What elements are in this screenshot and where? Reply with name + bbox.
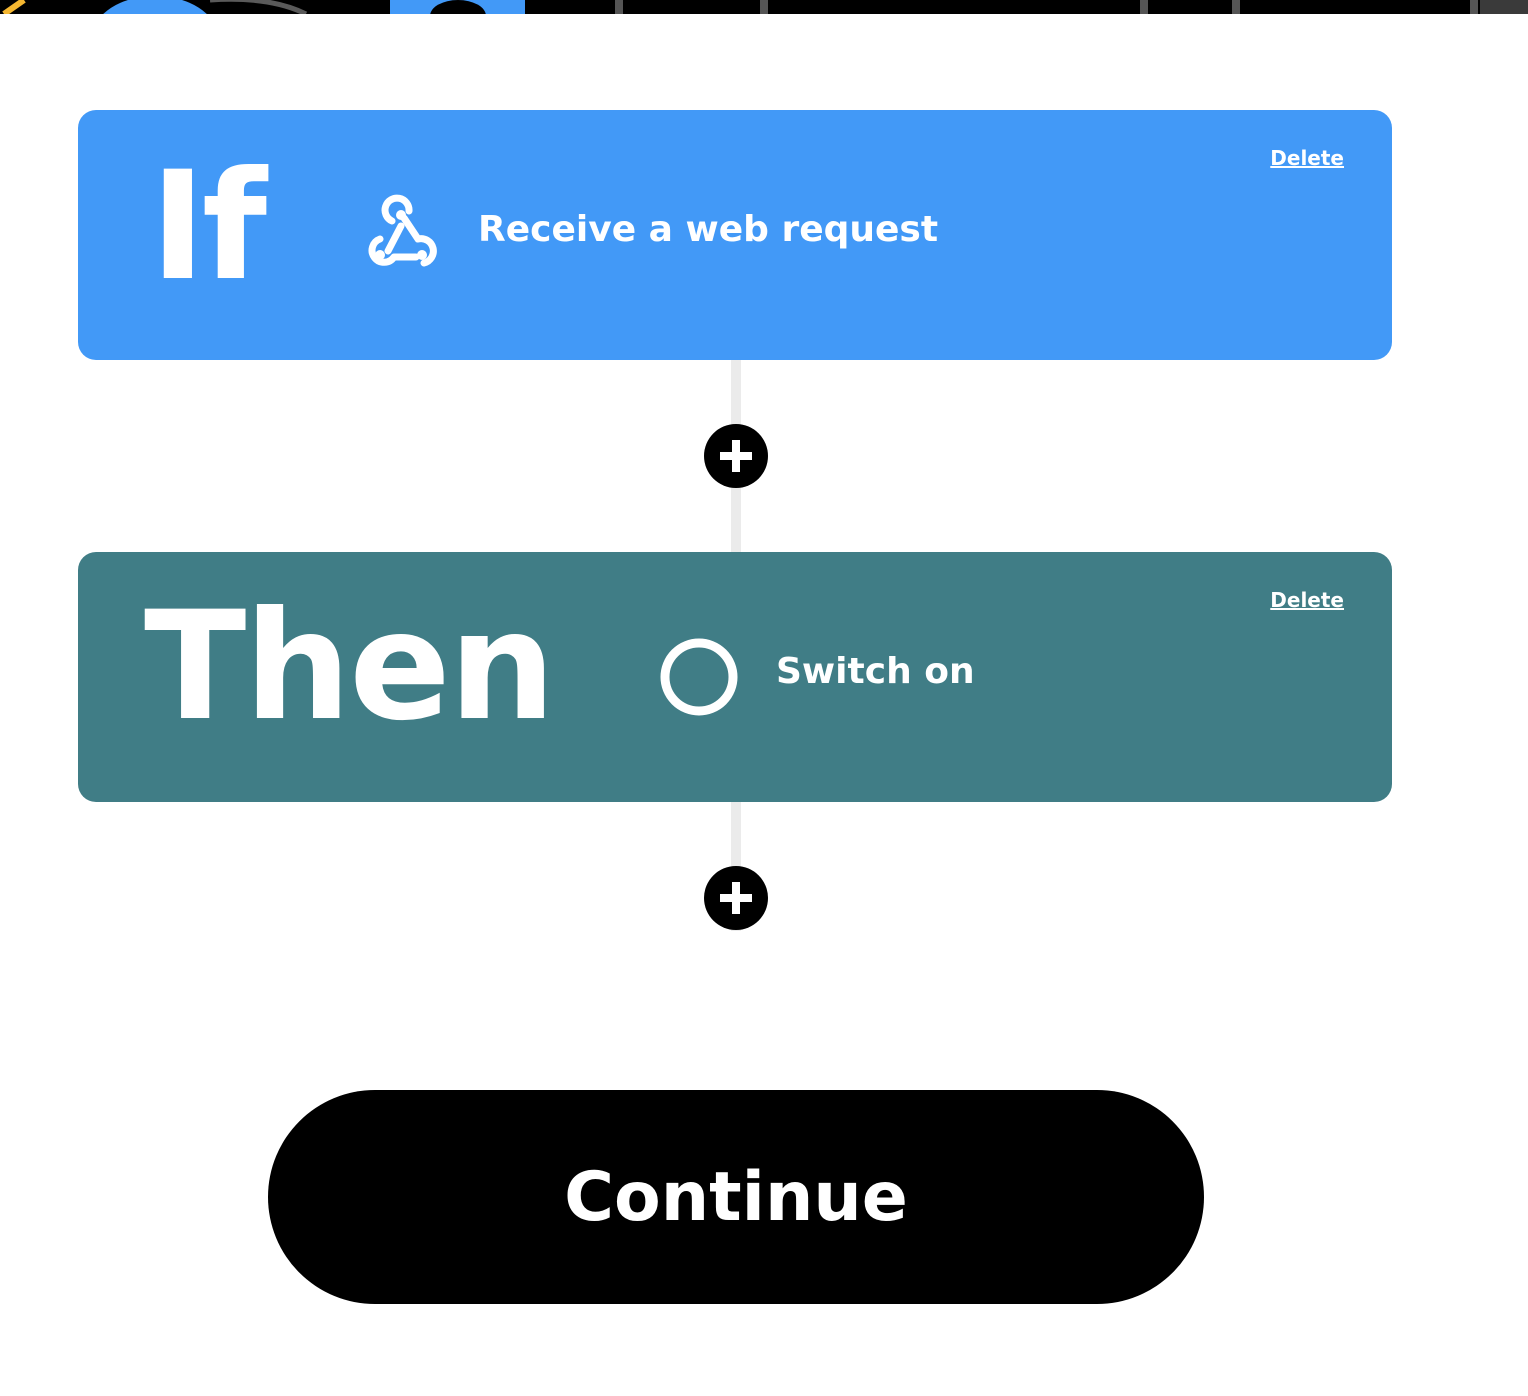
continue-label: Continue: [564, 1157, 908, 1237]
strip-blue-shape: [103, 0, 207, 14]
action-card[interactable]: Then Switch on Delete: [78, 552, 1392, 802]
trigger-label: Receive a web request: [478, 209, 939, 250]
top-app-strip: [0, 0, 1528, 14]
plus-icon: [720, 882, 752, 914]
ring-icon: [660, 638, 738, 716]
delete-action-link[interactable]: Delete: [1270, 588, 1344, 612]
strip-divider: [760, 0, 768, 14]
add-another-action-button[interactable]: [704, 866, 768, 930]
then-keyword: Then: [144, 580, 556, 754]
strip-segment: [1480, 0, 1528, 14]
strip-divider: [1232, 0, 1240, 14]
webhook-icon: [368, 194, 437, 267]
strip-grey-arc: [210, 0, 308, 14]
continue-button[interactable]: Continue: [268, 1090, 1204, 1304]
strip-yellow-mark: [2, 0, 26, 14]
strip-divider: [615, 0, 623, 14]
action-label: Switch on: [776, 651, 975, 692]
strip-divider: [1470, 0, 1478, 14]
delete-trigger-link[interactable]: Delete: [1270, 146, 1344, 170]
strip-dark-dot: [430, 0, 486, 14]
add-action-button[interactable]: [704, 424, 768, 488]
trigger-card[interactable]: If Receive a web request Delete: [78, 110, 1392, 360]
strip-divider: [1140, 0, 1148, 14]
plus-icon: [720, 440, 752, 472]
if-keyword: If: [150, 140, 267, 314]
